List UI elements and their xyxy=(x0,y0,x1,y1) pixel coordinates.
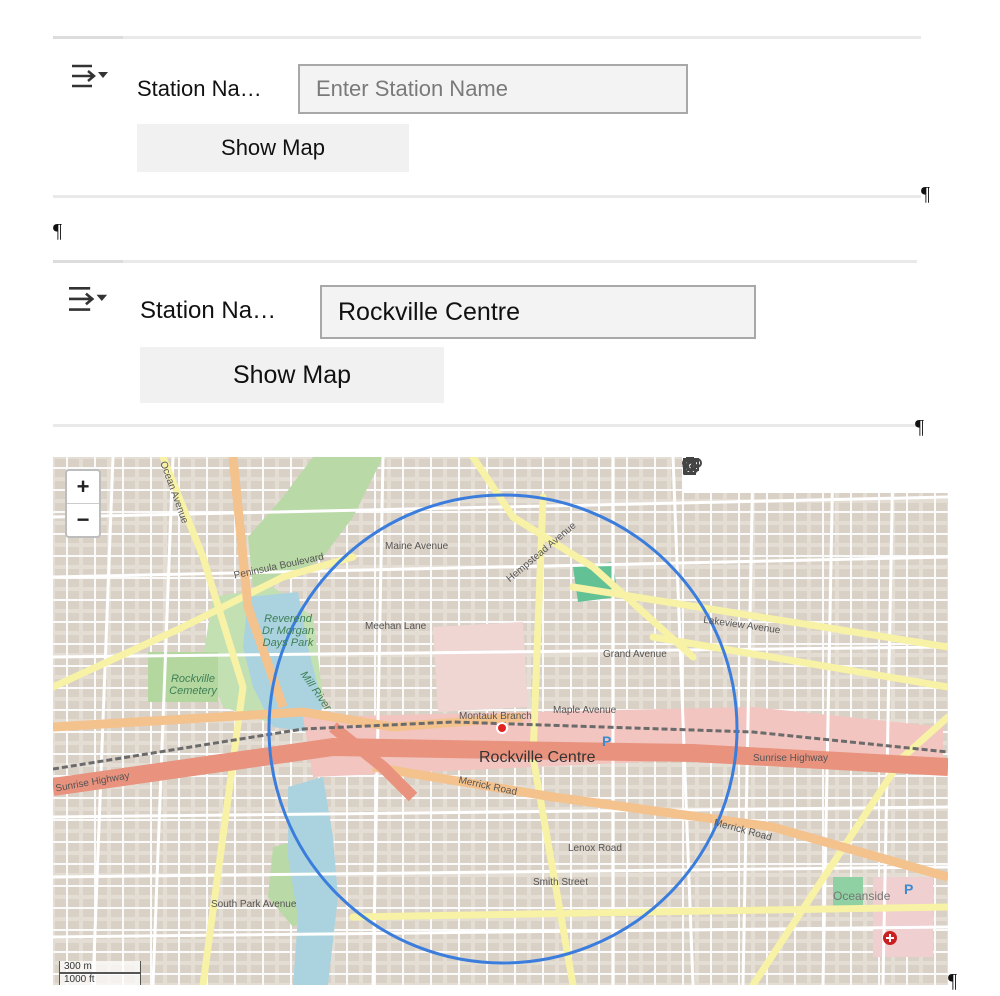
station-name-input[interactable]: Rockville Centre xyxy=(320,285,756,339)
road-label: Meehan Lane xyxy=(365,621,427,632)
scale-imperial: 1000 ft xyxy=(59,973,141,985)
show-map-button[interactable]: Show Map xyxy=(137,124,409,172)
arrow-down-icon[interactable] xyxy=(684,459,746,487)
link-icon[interactable] xyxy=(682,458,779,487)
station-label: Rockville Centre xyxy=(479,749,596,766)
road-label: South Park Avenue xyxy=(211,899,297,910)
scale-bar: 300 m 1000 ft xyxy=(59,961,141,985)
road-label: Maple Avenue xyxy=(553,705,617,716)
scale-metric: 300 m xyxy=(59,961,141,973)
paragraph-mark: ¶ xyxy=(921,183,931,205)
comment-icon[interactable] xyxy=(683,458,811,487)
zoom-in-button[interactable]: + xyxy=(67,471,99,504)
road-label: Sunrise Highway xyxy=(753,753,829,764)
parking-icon: P xyxy=(602,733,612,749)
paragraph-mark: ¶ xyxy=(915,416,925,438)
road-label: Lenox Road xyxy=(568,843,622,854)
resize-icon[interactable] xyxy=(683,458,875,487)
cemetery-label: Rockville Cemetery xyxy=(169,673,217,697)
road-label: Smith Street xyxy=(533,877,589,888)
cell-bottom-border xyxy=(53,424,917,427)
filter-icon xyxy=(69,287,108,311)
more-icon[interactable] xyxy=(683,458,940,487)
station-name-label: Station Na… xyxy=(137,76,262,101)
town-label: Oceanside xyxy=(833,889,891,903)
paragraph-mark: ¶ xyxy=(53,220,63,242)
branch-label: Montauk Branch xyxy=(459,711,532,722)
gear-icon[interactable] xyxy=(682,457,843,487)
station-name-input[interactable]: Enter Station Name xyxy=(298,64,688,114)
map-view[interactable]: Rockville Centre Montauk Branch Peninsul… xyxy=(53,457,948,985)
parking-icon: P xyxy=(904,881,914,897)
show-map-button[interactable]: Show Map xyxy=(140,347,444,403)
paragraph-mark: ¶ xyxy=(948,970,958,992)
filter-icon xyxy=(72,64,108,88)
road-label: Maine Avenue xyxy=(385,541,449,552)
cell-top-border xyxy=(53,36,921,39)
cell-toolbar xyxy=(682,457,948,493)
cell-top-border xyxy=(53,260,917,263)
zoom-out-button[interactable]: − xyxy=(67,504,99,536)
cell-bottom-border xyxy=(53,195,921,198)
trash-icon[interactable] xyxy=(683,457,908,487)
park-label: Reverend Dr Morgan Days Park xyxy=(262,613,314,649)
road-label: Grand Avenue xyxy=(603,649,667,660)
station-name-label: Station Na… xyxy=(140,297,277,324)
zoom-control: + − xyxy=(65,469,101,538)
